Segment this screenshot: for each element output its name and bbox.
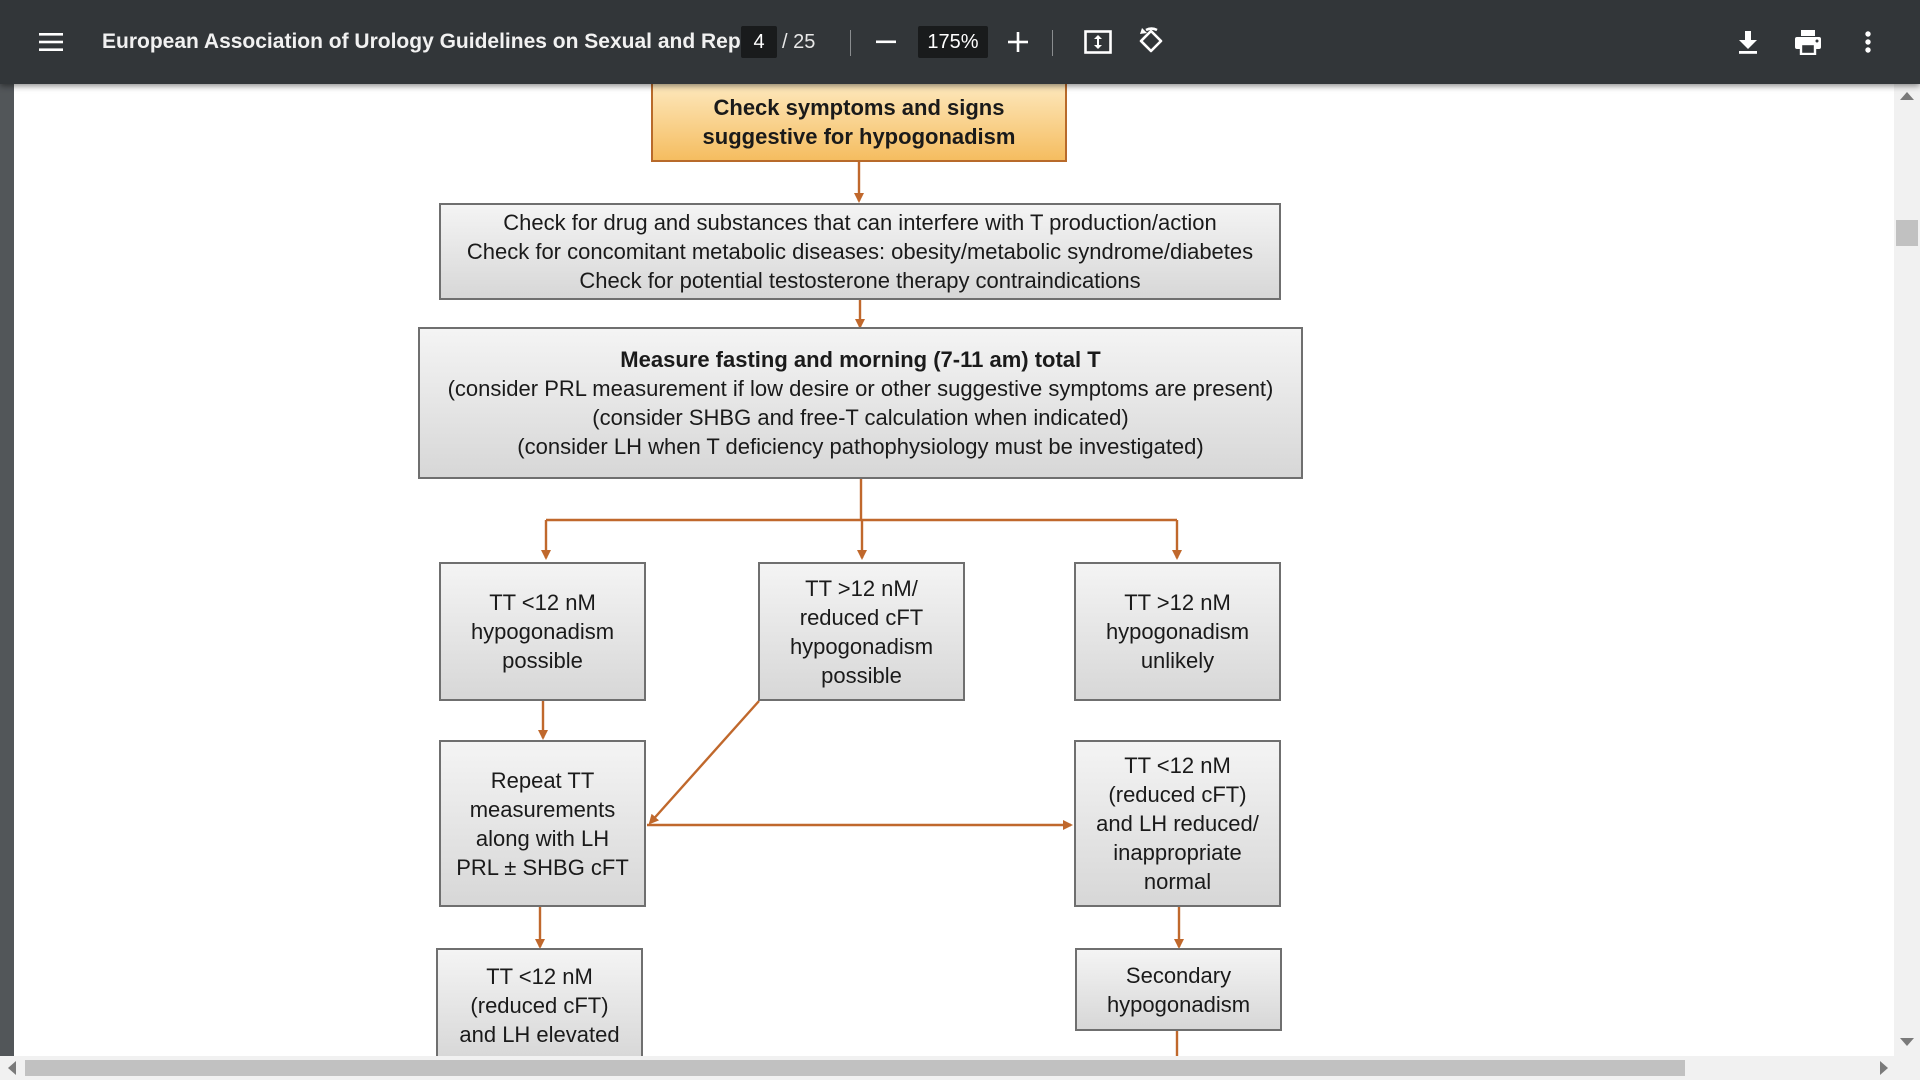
zoom-in-icon[interactable] (1002, 26, 1034, 58)
pdf-viewer[interactable]: Check symptoms and signs suggestive for … (0, 84, 1920, 1060)
flow-text: inappropriate (1113, 840, 1242, 865)
flow-text: (consider SHBG and free-T calculation wh… (592, 405, 1129, 430)
flow-text: TT <12 nM (486, 963, 593, 989)
flow-text: Secondary (1125, 962, 1232, 988)
zoom-out-icon[interactable] (870, 26, 902, 58)
flow-text: possible (821, 662, 902, 688)
flow-text: reduced cFT (799, 604, 924, 630)
flow-text: TT <12 nM (489, 590, 596, 615)
flow-repeat-box: Repeat TT measurements along with LH PRL… (439, 740, 646, 907)
flow-text: Check symptoms and signs (713, 95, 1005, 120)
scroll-right-arrow-icon[interactable] (1880, 1061, 1888, 1075)
rotate-icon[interactable] (1134, 24, 1168, 60)
toolbar-divider (1052, 30, 1053, 56)
print-icon[interactable] (1792, 26, 1824, 58)
flow-text: Check for concomitant metabolic diseases… (466, 239, 1254, 264)
flow-checks-box: Check for drug and substances that can i… (439, 203, 1281, 300)
flow-text: TT >12 nM/ (805, 575, 918, 601)
flow-text: hypogonadism (1105, 619, 1250, 644)
more-vert-icon[interactable] (1852, 26, 1884, 58)
pdf-toolbar: European Association of Urology Guidelin… (0, 0, 1920, 84)
document-title: European Association of Urology Guidelin… (102, 30, 766, 53)
flow-tt-low-box: TT <12 nM hypogonadism possible (439, 562, 646, 701)
arrow-reduced-to-repeat (648, 700, 760, 825)
flow-text: TT >12 nM (1124, 590, 1231, 615)
page-number-input[interactable]: 4 (741, 26, 777, 58)
flow-text: hypogonadism (470, 619, 615, 644)
flow-secondary-box: Secondary hypogonadism (1075, 948, 1282, 1031)
flow-text: along with LH (475, 825, 610, 851)
fit-page-icon[interactable] (1082, 26, 1114, 58)
flow-text: (reduced cFT) (470, 992, 609, 1018)
flow-text: unlikely (1140, 648, 1215, 673)
vertical-scrollbar-thumb[interactable] (1896, 220, 1918, 246)
flow-text: normal (1143, 869, 1212, 894)
flow-text: and LH reduced/ (1096, 811, 1259, 836)
flow-heading: Measure fasting and morning (7-11 am) to… (620, 347, 1101, 372)
page-total: / 25 (782, 31, 816, 53)
flow-lh-elevated-box: TT <12 nM (reduced cFT) and LH elevated (436, 948, 643, 1060)
download-icon[interactable] (1732, 26, 1764, 58)
flow-text: (consider PRL measurement if low desire … (447, 376, 1274, 401)
flow-text: and LH elevated (459, 1021, 620, 1047)
zoom-level-input[interactable]: 175% (918, 26, 988, 58)
flow-text: TT <12 nM (1124, 753, 1231, 778)
flow-start-box: Check symptoms and signs suggestive for … (651, 84, 1067, 162)
flow-text: PRL ± SHBG cFT (456, 854, 629, 880)
pdf-page: Check symptoms and signs suggestive for … (14, 84, 1894, 1060)
horizontal-scrollbar-thumb[interactable] (25, 1060, 1685, 1076)
flow-text: (consider LH when T deficiency pathophys… (517, 434, 1204, 459)
scroll-left-arrow-icon[interactable] (8, 1061, 16, 1075)
menu-icon[interactable] (34, 26, 68, 58)
flow-measure-box: Measure fasting and morning (7-11 am) to… (418, 327, 1303, 479)
scroll-down-arrow-icon[interactable] (1900, 1038, 1914, 1046)
flow-text: measurements (469, 796, 616, 822)
flow-text: Check for drug and substances that can i… (503, 210, 1217, 235)
flow-text: (reduced cFT) (1108, 782, 1247, 807)
flow-text: suggestive for hypogonadism (702, 124, 1016, 149)
flow-tt-reduced-cft-box: TT >12 nM/ reduced cFT hypogonadism poss… (758, 562, 965, 701)
scroll-up-arrow-icon[interactable] (1900, 92, 1914, 100)
flow-text: Repeat TT (490, 767, 595, 793)
toolbar-divider (850, 30, 851, 56)
flow-text: hypogonadism (1106, 991, 1251, 1017)
flow-text: possible (502, 648, 583, 673)
flow-tt-high-box: TT >12 nM hypogonadism unlikely (1074, 562, 1281, 701)
flow-lh-reduced-box: TT <12 nM (reduced cFT) and LH reduced/ … (1074, 740, 1281, 907)
flow-text: Check for potential testosterone therapy… (579, 268, 1141, 293)
flow-text: hypogonadism (789, 633, 934, 659)
